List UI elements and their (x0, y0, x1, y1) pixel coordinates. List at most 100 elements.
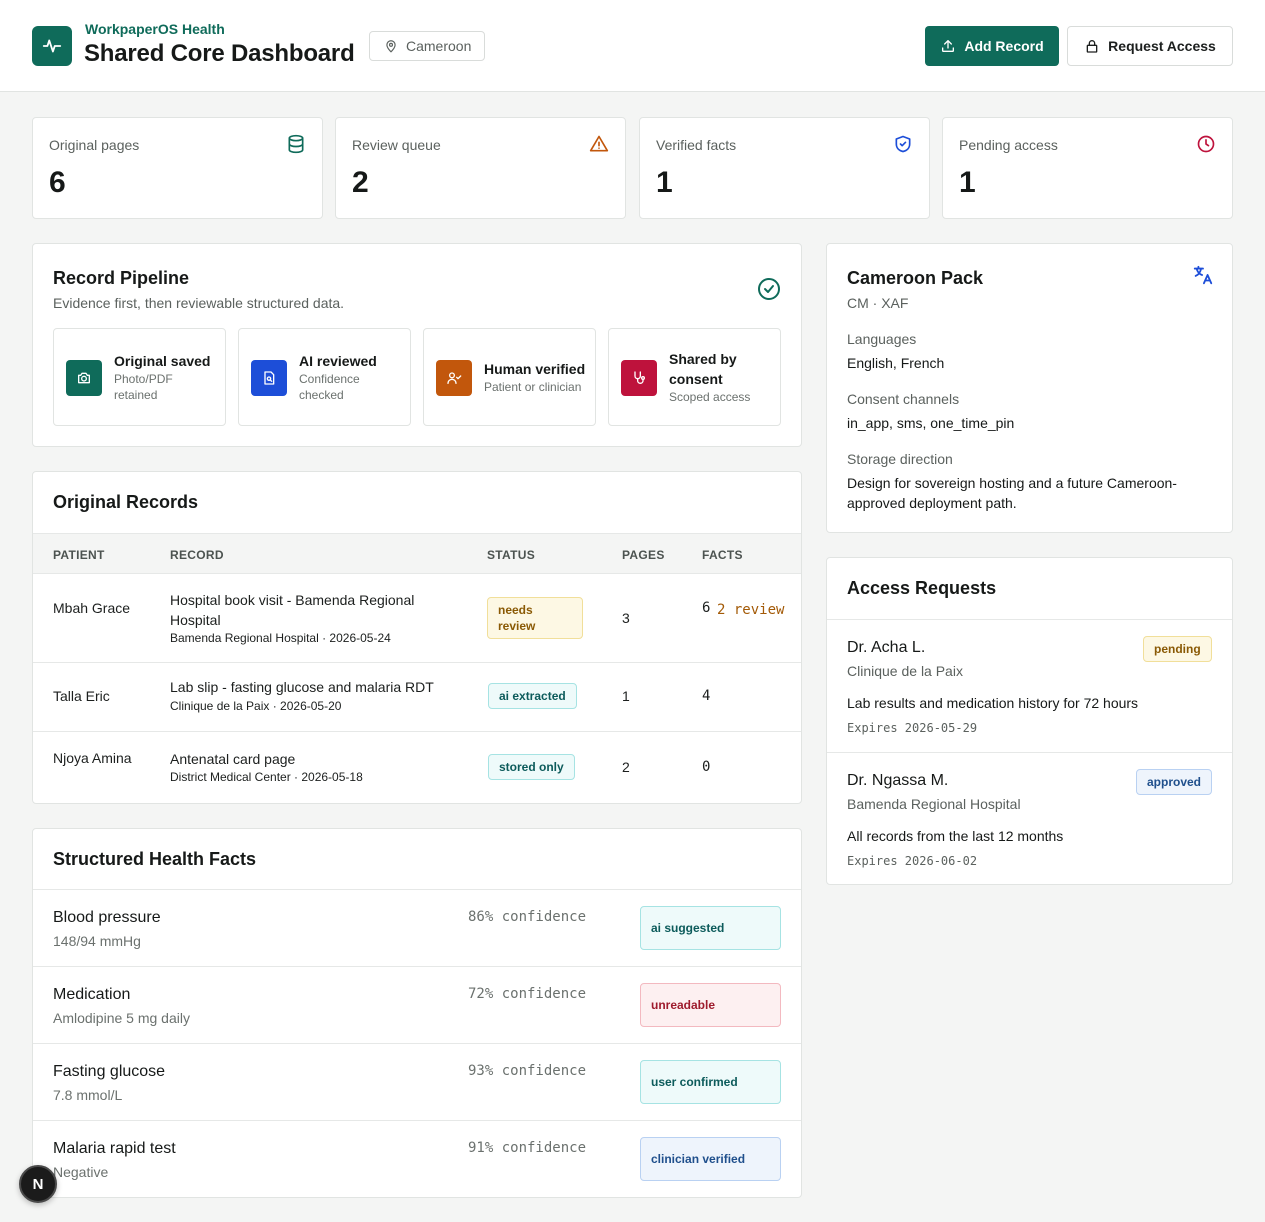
stat-label: Pending access (959, 137, 1058, 153)
region-selector[interactable]: Cameroon (369, 31, 485, 61)
pipeline-title: Record Pipeline (53, 268, 190, 288)
country-code: CM · XAF (847, 295, 909, 311)
fact-row[interactable]: Blood pressure 148/94 mmHg 86% confidenc… (33, 889, 801, 966)
camera-icon (66, 360, 102, 396)
stat-value: 1 (959, 166, 976, 199)
stat-value: 2 (352, 166, 369, 199)
map-pin-icon (386, 40, 396, 53)
dev-tools-button[interactable]: N (19, 1165, 57, 1203)
column-header: RECORD (170, 548, 224, 562)
fact-value: 148/94 mmHg (53, 933, 141, 949)
record-title: Antenatal card page (170, 751, 296, 767)
table-row[interactable]: Mbah Grace Hospital book visit - Bamenda… (33, 573, 801, 662)
stat-label: Verified facts (656, 137, 737, 153)
record-title: Lab slip - fasting glucose and malaria R… (170, 679, 434, 695)
stat-value: 6 (49, 166, 66, 199)
step-subtitle: Scoped access (669, 390, 751, 404)
request-scope: Lab results and medication history for 7… (847, 695, 1139, 711)
request-access-button[interactable]: Request Access (1067, 26, 1233, 66)
fact-name: Fasting glucose (53, 1063, 166, 1080)
status-badge: stored only (488, 754, 575, 780)
step-subtitle: Confidence checked (299, 372, 360, 402)
channels-label: Consent channels (847, 391, 960, 407)
user-check-icon (436, 360, 472, 396)
access-request-item[interactable]: Dr. Acha L. Clinique de la Paix Lab resu… (827, 619, 1232, 752)
status-badge: ai extracted (488, 683, 577, 709)
facts-count: 6 (702, 600, 711, 616)
warning-triangle-icon (589, 135, 609, 152)
requester-name: Dr. Acha L. (847, 639, 926, 656)
pages-count: 3 (622, 610, 630, 626)
request-status-badge: pending (1143, 636, 1212, 662)
original-records-panel: Original Records PATIENT RECORD STATUS P… (32, 471, 802, 804)
stat-label: Original pages (49, 137, 140, 153)
fact-row[interactable]: Malaria rapid test Negative 91% confiden… (33, 1120, 801, 1197)
step-subtitle: Photo/PDF retained (114, 372, 173, 402)
brand-name: WorkpaperOS Health (85, 21, 225, 37)
requester-name: Dr. Ngassa M. (847, 772, 949, 789)
record-meta: District Medical Center · 2026-05-18 (170, 770, 363, 784)
step-title: AI reviewed (299, 353, 377, 369)
column-header: STATUS (487, 548, 536, 562)
lock-icon (1086, 40, 1098, 53)
storage-label: Storage direction (847, 451, 953, 467)
patient-name: Mbah Grace (53, 600, 131, 616)
stat-original-pages: Original pages 6 (32, 117, 323, 219)
fact-confidence: 72% confidence (468, 986, 587, 1002)
clock-icon (1197, 135, 1215, 153)
pages-count: 2 (622, 759, 630, 775)
region-label: Cameroon (406, 38, 472, 54)
fact-status-badge: ai suggested (640, 906, 781, 950)
column-header: PATIENT (53, 548, 105, 562)
fact-name: Malaria rapid test (53, 1140, 176, 1157)
fact-confidence: 93% confidence (468, 1063, 587, 1079)
access-request-item[interactable]: Dr. Ngassa M. Bamenda Regional Hospital … (827, 752, 1232, 884)
channels-value: in_app, sms, one_time_pin (847, 415, 1015, 431)
pipeline-step-original-saved: Original saved Photo/PDF retained (53, 328, 226, 426)
languages-value: English, French (847, 355, 945, 371)
requester-org: Bamenda Regional Hospital (847, 796, 1021, 812)
fact-confidence: 91% confidence (468, 1140, 587, 1156)
step-subtitle: Patient or clinician (484, 380, 582, 394)
fact-name: Medication (53, 986, 131, 1003)
records-title: Original Records (53, 492, 199, 512)
column-header: PAGES (622, 548, 665, 562)
step-title: Original saved (114, 353, 211, 369)
app-header: WorkpaperOS Health Shared Core Dashboard… (0, 0, 1265, 92)
record-title: Hospital book visit - Bamenda Regional H… (170, 592, 415, 628)
table-row[interactable]: Njoya Amina Antenatal card page District… (33, 731, 801, 803)
storage-value: Design for sovereign hosting and a futur… (847, 475, 1177, 511)
check-circle-icon (758, 278, 780, 300)
access-requests-panel: Access Requests Dr. Acha L. Clinique de … (826, 557, 1233, 885)
review-count: 2 review (717, 602, 785, 618)
stat-label: Review queue (352, 137, 441, 153)
table-row[interactable]: Talla Eric Lab slip - fasting glucose an… (33, 662, 801, 731)
add-record-label: Add Record (964, 38, 1044, 54)
stat-pending-access: Pending access 1 (942, 117, 1233, 219)
request-expiry: Expires 2026-05-29 (847, 721, 978, 735)
record-meta: Bamenda Regional Hospital · 2026-05-24 (170, 631, 391, 645)
fact-row[interactable]: Medication Amlodipine 5 mg daily 72% con… (33, 966, 801, 1043)
request-scope: All records from the last 12 months (847, 828, 1064, 844)
page-title: Shared Core Dashboard (84, 40, 355, 67)
database-icon (288, 134, 304, 154)
pipeline-step-human-verified: Human verified Patient or clinician (423, 328, 596, 426)
add-record-button[interactable]: Add Record (925, 26, 1059, 66)
fact-name: Blood pressure (53, 909, 161, 926)
status-badge: needs review (487, 597, 583, 639)
file-search-icon (251, 360, 287, 396)
stethoscope-icon (621, 360, 657, 396)
fact-value: Amlodipine 5 mg daily (53, 1010, 190, 1026)
pipeline-step-shared-by-consent: Shared by consent Scoped access (608, 328, 781, 426)
pulse-logo-icon (32, 26, 72, 66)
facts-count: 0 (702, 759, 711, 775)
patient-name: Njoya Amina (53, 750, 132, 766)
stat-verified-facts: Verified facts 1 (639, 117, 930, 219)
languages-label: Languages (847, 331, 917, 347)
fact-row[interactable]: Fasting glucose 7.8 mmol/L 93% confidenc… (33, 1043, 801, 1120)
fact-value: 7.8 mmol/L (53, 1087, 123, 1103)
fact-confidence: 86% confidence (468, 909, 587, 925)
request-access-label: Request Access (1108, 38, 1216, 54)
fact-value: Negative (53, 1164, 109, 1180)
record-meta: Clinique de la Paix · 2026-05-20 (170, 699, 342, 713)
